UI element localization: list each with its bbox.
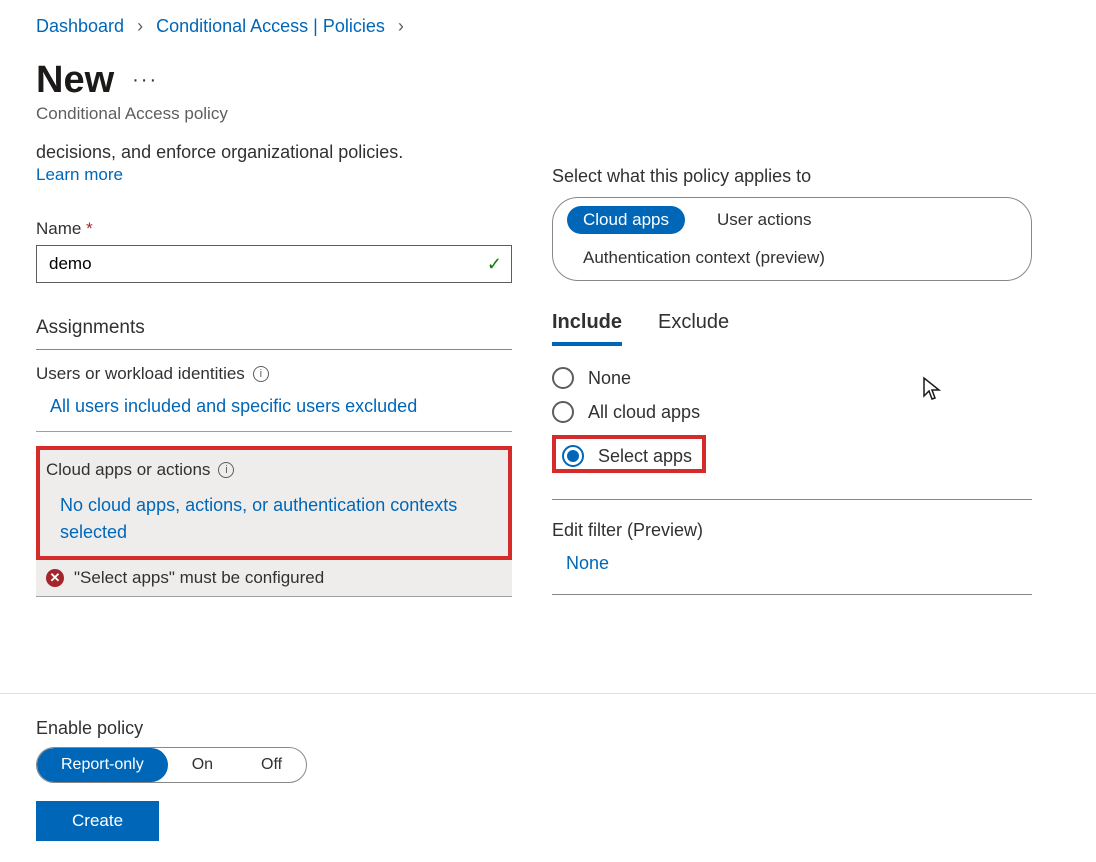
users-identities-value[interactable]: All users included and specific users ex… (36, 396, 512, 417)
radio-icon (552, 367, 574, 389)
include-radio-group: None All cloud apps Select apps (552, 367, 1032, 500)
policy-description: decisions, and enforce organizational po… (36, 142, 512, 163)
page-title: New (36, 59, 114, 102)
tab-exclude[interactable]: Exclude (658, 311, 729, 346)
applies-to-selector: Cloud apps User actions Authentication c… (552, 197, 1032, 281)
cloud-apps-label: Cloud apps or actions i (46, 460, 502, 480)
users-identities-label[interactable]: Users or workload identities i (36, 364, 512, 384)
pill-user-actions[interactable]: User actions (701, 206, 827, 234)
toggle-on[interactable]: On (168, 748, 237, 782)
pill-auth-context[interactable]: Authentication context (preview) (567, 244, 841, 272)
error-icon: ✕ (46, 569, 64, 587)
chevron-right-icon: › (137, 16, 143, 36)
info-icon[interactable]: i (253, 366, 269, 382)
radio-select-apps-highlighted: Select apps (552, 435, 706, 473)
applies-to-label: Select what this policy applies to (552, 166, 1032, 187)
cloud-apps-value[interactable]: No cloud apps, actions, or authenticatio… (46, 492, 502, 546)
enable-policy-label: Enable policy (36, 718, 512, 739)
include-exclude-tabs: Include Exclude (552, 311, 1032, 347)
enable-policy-toggle: Report-only On Off (36, 747, 307, 783)
toggle-off[interactable]: Off (237, 748, 306, 782)
footer-divider (0, 693, 1096, 694)
checkmark-icon: ✓ (487, 254, 502, 275)
edit-filter-value[interactable]: None (552, 553, 1032, 595)
assignments-header: Assignments (36, 317, 512, 350)
page-subtitle: Conditional Access policy (36, 104, 1096, 124)
more-menu-icon[interactable]: ··· (132, 69, 158, 92)
chevron-right-icon: › (398, 16, 404, 36)
breadcrumb-dashboard[interactable]: Dashboard (36, 16, 124, 36)
radio-none[interactable]: None (552, 367, 1032, 389)
learn-more-link[interactable]: Learn more (36, 165, 123, 184)
toggle-report-only[interactable]: Report-only (37, 748, 168, 782)
create-button[interactable]: Create (36, 801, 159, 841)
breadcrumb: Dashboard › Conditional Access | Policie… (36, 16, 1096, 37)
pill-cloud-apps[interactable]: Cloud apps (567, 206, 685, 234)
tab-include[interactable]: Include (552, 311, 622, 346)
required-asterisk-icon: * (86, 219, 93, 238)
info-icon[interactable]: i (218, 462, 234, 478)
validation-error: ✕ "Select apps" must be configured (36, 560, 512, 597)
edit-filter-label: Edit filter (Preview) (552, 520, 1032, 541)
policy-name-input[interactable] (36, 245, 512, 283)
radio-icon (552, 401, 574, 423)
breadcrumb-conditional-access[interactable]: Conditional Access | Policies (156, 16, 385, 36)
radio-select-apps[interactable]: Select apps (562, 445, 692, 467)
radio-all-cloud-apps[interactable]: All cloud apps (552, 401, 1032, 423)
error-message: "Select apps" must be configured (74, 568, 324, 588)
radio-select-apps-label: Select apps (598, 446, 692, 467)
name-label: Name * (36, 219, 512, 239)
cloud-apps-section-highlighted[interactable]: Cloud apps or actions i No cloud apps, a… (36, 446, 512, 560)
radio-none-label: None (588, 368, 631, 389)
radio-all-cloud-apps-label: All cloud apps (588, 402, 700, 423)
radio-icon (562, 445, 584, 467)
